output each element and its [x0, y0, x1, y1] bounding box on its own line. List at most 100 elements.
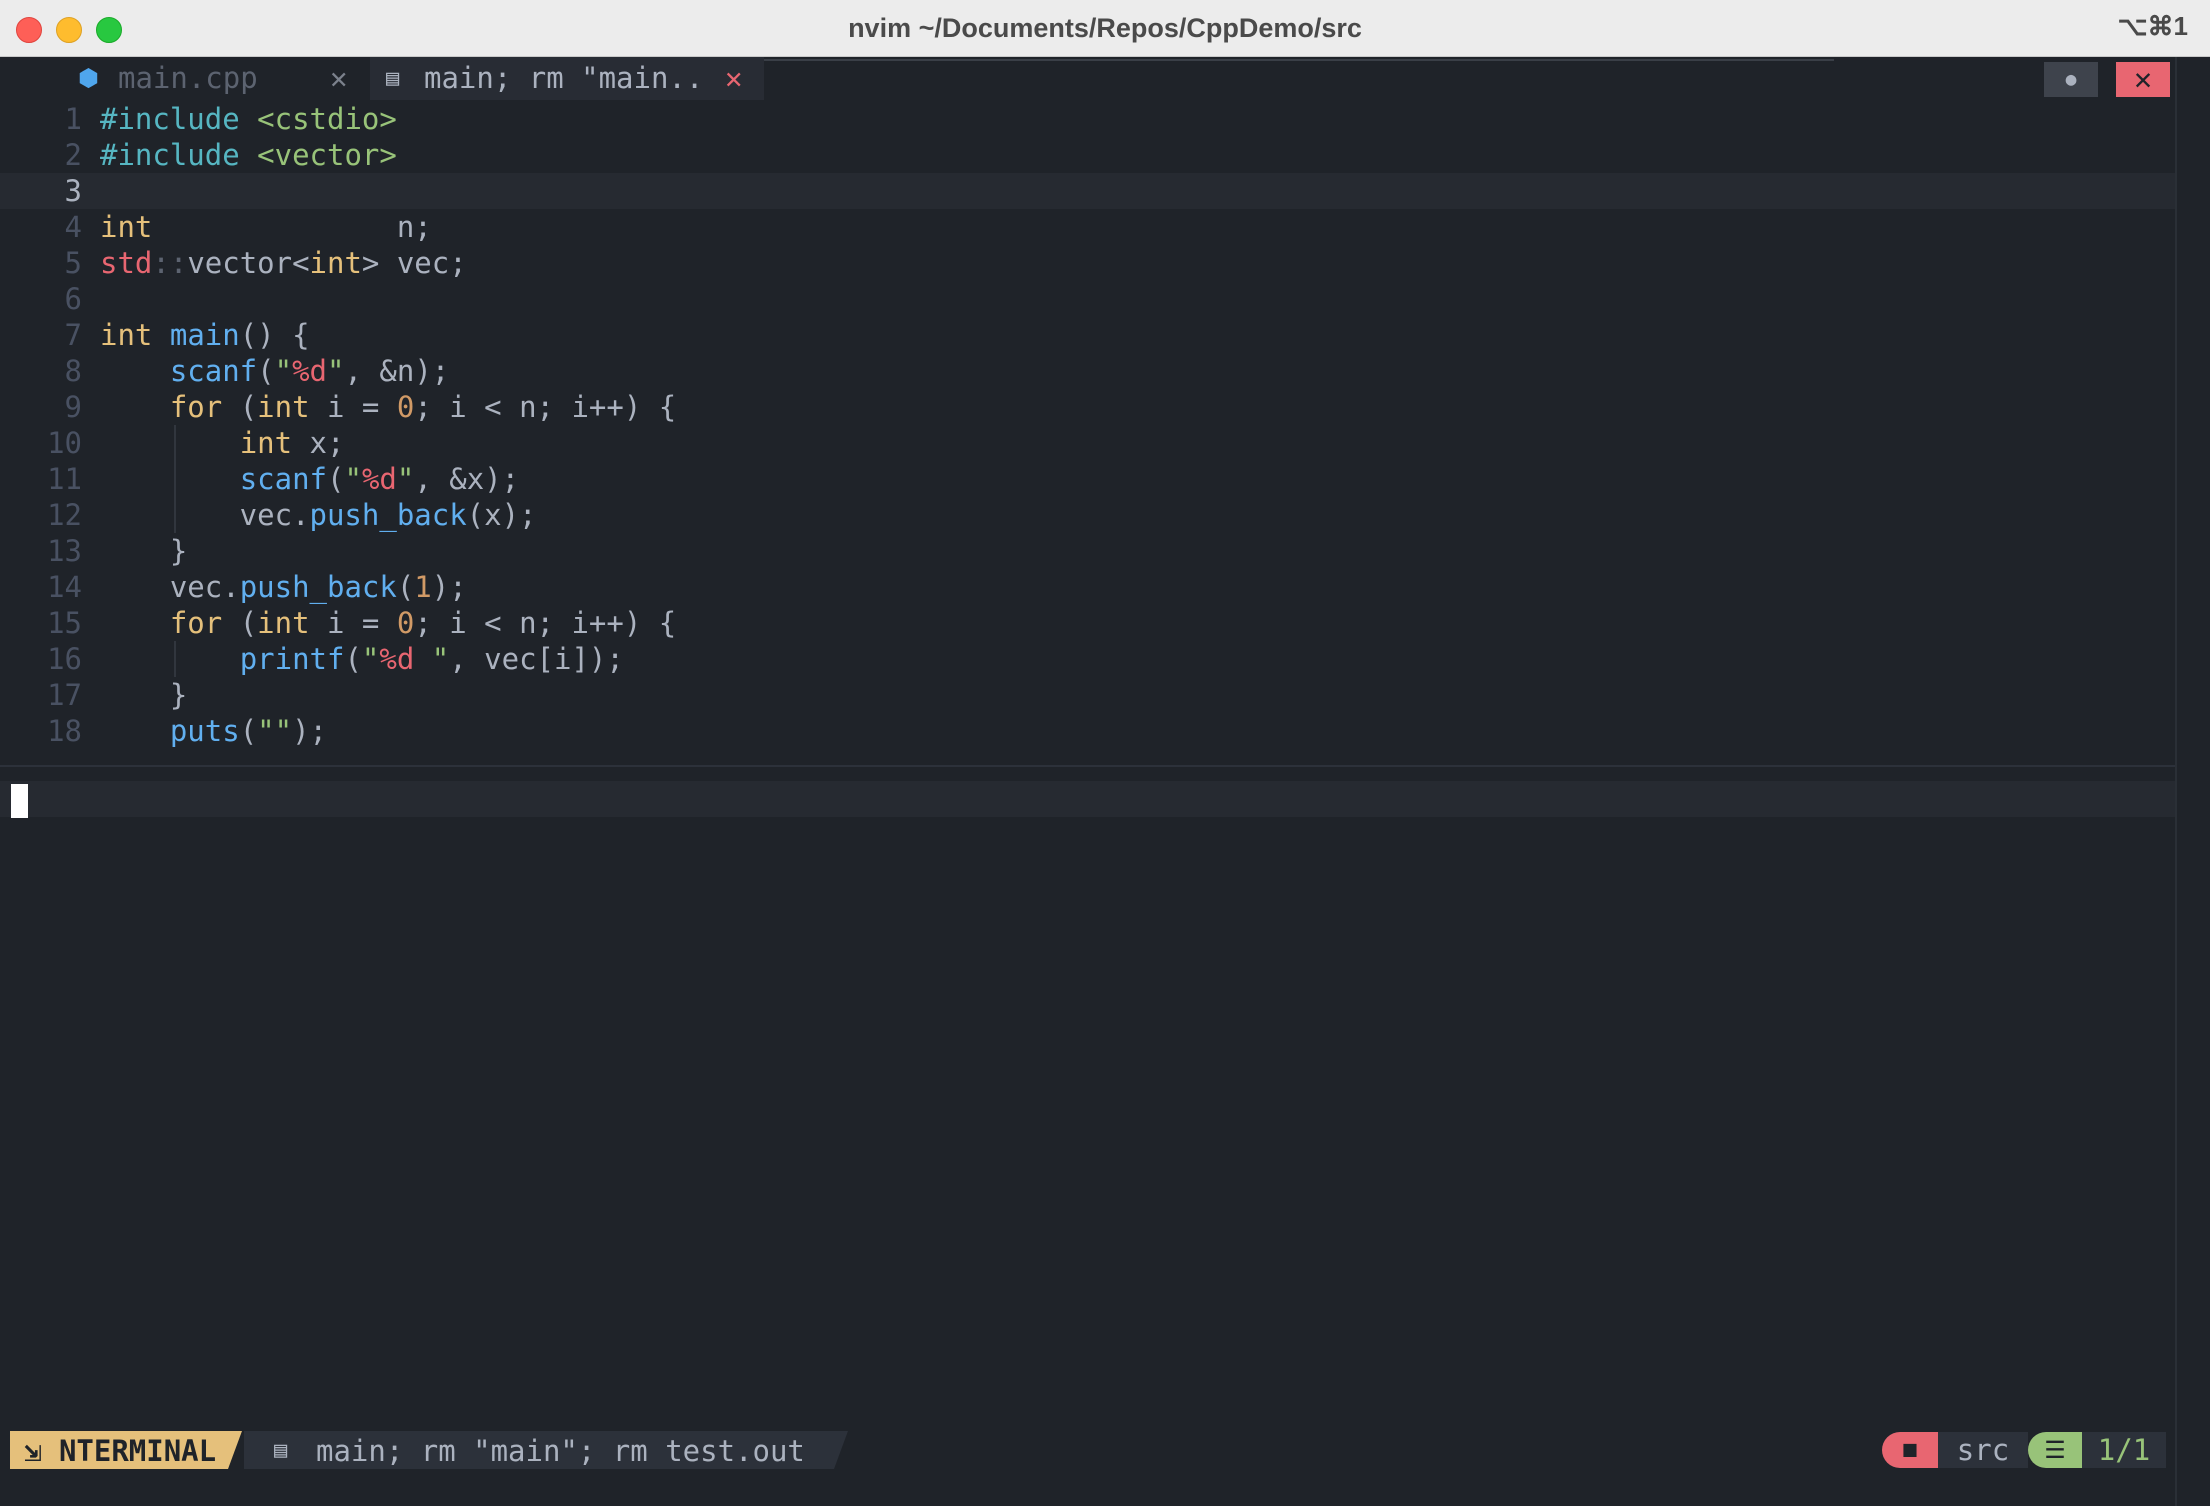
code-token: ; i < n; i++) {	[414, 606, 677, 640]
tab-main-cpp[interactable]: ⬢ main.cpp ✕	[0, 57, 362, 100]
code-token: int	[257, 390, 310, 424]
mode-indicator: ⇲ NTERMINAL	[10, 1431, 228, 1469]
code-line[interactable]: 15 for (int i = 0; i < n; i++) {	[0, 605, 2175, 641]
close-all-button[interactable]: ✕	[2116, 62, 2170, 97]
code-token: int	[100, 318, 153, 352]
code-line[interactable]: 12 vec.push_back(x);	[0, 497, 2175, 533]
file-separator	[834, 1431, 848, 1469]
code-token: }	[100, 534, 188, 568]
terminal-cursor	[11, 784, 28, 818]
code-line[interactable]: 8 scanf("%d", &n);	[0, 353, 2175, 389]
code-token: "	[327, 354, 345, 388]
code-line[interactable]: 7 int main() {	[0, 317, 2175, 353]
code-text: vec.push_back(1);	[100, 569, 467, 605]
code-token: () {	[239, 318, 310, 352]
code-line[interactable]: 18 puts("");	[0, 713, 2175, 749]
code-text: std::vector<int> vec;	[100, 245, 467, 281]
code-token: 0	[396, 390, 415, 424]
code-token: int	[257, 606, 310, 640]
code-line[interactable]: 9 for (int i = 0; i < n; i++) {	[0, 389, 2175, 425]
mode-label: NTERMINAL	[58, 1434, 217, 1468]
code-token: );	[292, 714, 327, 748]
code-token: ::	[152, 246, 188, 280]
code-line[interactable]: 10 int x;	[0, 425, 2175, 461]
line-number: 6	[64, 282, 82, 316]
code-token: (	[257, 354, 275, 388]
code-token: puts	[169, 714, 240, 748]
code-token: "	[414, 642, 450, 676]
code-token: n;	[152, 210, 432, 244]
code-line[interactable]: 2 #include <vector>	[0, 137, 2175, 173]
code-text: #include <cstdio>	[100, 101, 397, 137]
title-bar: nvim ~/Documents/Repos/CppDemo/src ⌥⌘1	[0, 0, 2210, 57]
code-text: int n;	[100, 209, 432, 245]
cursor-position: 1/1	[2082, 1432, 2166, 1468]
close-tab-icon[interactable]: ✕	[330, 57, 347, 100]
code-token: , &x);	[414, 462, 520, 496]
tabline: ⬢ main.cpp ✕ ▤ main; rm "main.. ✕	[0, 57, 2210, 100]
code-token: int	[239, 426, 293, 460]
code-line[interactable]: 4 int n;	[0, 209, 2175, 245]
code-token: push_back	[239, 570, 397, 604]
code-token: (	[222, 390, 258, 424]
code-token: %d	[361, 462, 397, 496]
code-line[interactable]: 1 #include <cstdio>	[0, 101, 2175, 137]
code-token: "	[396, 462, 415, 496]
line-number: 14	[47, 570, 82, 604]
code-token: i =	[309, 390, 397, 424]
file-icon: ▤	[274, 1438, 288, 1463]
file-segment: ▤ main; rm "main"; rm test.out	[244, 1431, 834, 1469]
code-token: x;	[292, 426, 345, 460]
split-divider[interactable]	[0, 765, 2175, 767]
code-line[interactable]: 14 vec.push_back(1);	[0, 569, 2175, 605]
tab-terminal[interactable]: ▤ main; rm "main.. ✕	[370, 57, 764, 100]
code-token: ""	[257, 714, 293, 748]
line-number: 2	[64, 138, 82, 172]
code-token: scanf	[169, 354, 258, 388]
line-number: 7	[64, 318, 82, 352]
code-text: printf("%d ", vec[i]);	[100, 641, 624, 677]
code-token: "	[274, 354, 293, 388]
code-line[interactable]: 13 }	[0, 533, 2175, 569]
command-line[interactable]	[0, 1472, 2175, 1506]
code-text: puts("");	[100, 713, 327, 749]
code-line[interactable]: 16 printf("%d ", vec[i]);	[0, 641, 2175, 677]
code-token: push_back	[309, 498, 467, 532]
code-line[interactable]: 17 }	[0, 677, 2175, 713]
code-token: std	[100, 246, 153, 280]
line-number: 4	[64, 210, 82, 244]
code-token: }	[100, 678, 188, 712]
code-line[interactable]: 6	[0, 281, 2175, 317]
tab-label: main; rm "main..	[424, 61, 704, 95]
line-number: 3	[64, 174, 82, 208]
code-token: scanf	[239, 462, 327, 496]
code-text: int main() {	[100, 317, 310, 353]
position-icon: ☰	[2028, 1432, 2082, 1468]
directory-name: src	[1938, 1432, 2028, 1468]
folder-icon: ■	[1882, 1432, 1938, 1468]
code-text: scanf("%d", &n);	[100, 353, 449, 389]
code-token: 1	[414, 570, 432, 604]
code-token: 0	[396, 606, 415, 640]
code-line[interactable]: 11 scanf("%d", &x);	[0, 461, 2175, 497]
close-tab-icon[interactable]: ✕	[725, 57, 742, 100]
code-text: int x;	[100, 425, 345, 461]
code-token: %d	[292, 354, 328, 388]
code-token: "	[344, 462, 362, 496]
code-token: "	[361, 642, 380, 676]
toggle-theme-button[interactable]: ●	[2044, 62, 2098, 97]
code-line[interactable]: 3	[0, 173, 2175, 209]
code-text: for (int i = 0; i < n; i++) {	[100, 389, 676, 425]
line-number: 17	[47, 678, 82, 712]
code-line[interactable]: 5 std::vector<int> vec;	[0, 245, 2175, 281]
code-editor[interactable]: 1 #include <cstdio> 2 #include <vector> 3 4 in…	[0, 101, 2175, 749]
scroll-gutter[interactable]	[2175, 57, 2210, 1506]
terminal-mode-icon: ⇲	[24, 1434, 42, 1468]
code-token: (	[344, 642, 362, 676]
code-token: (	[239, 714, 258, 748]
window-shortcut: ⌥⌘1	[2117, 11, 2188, 41]
